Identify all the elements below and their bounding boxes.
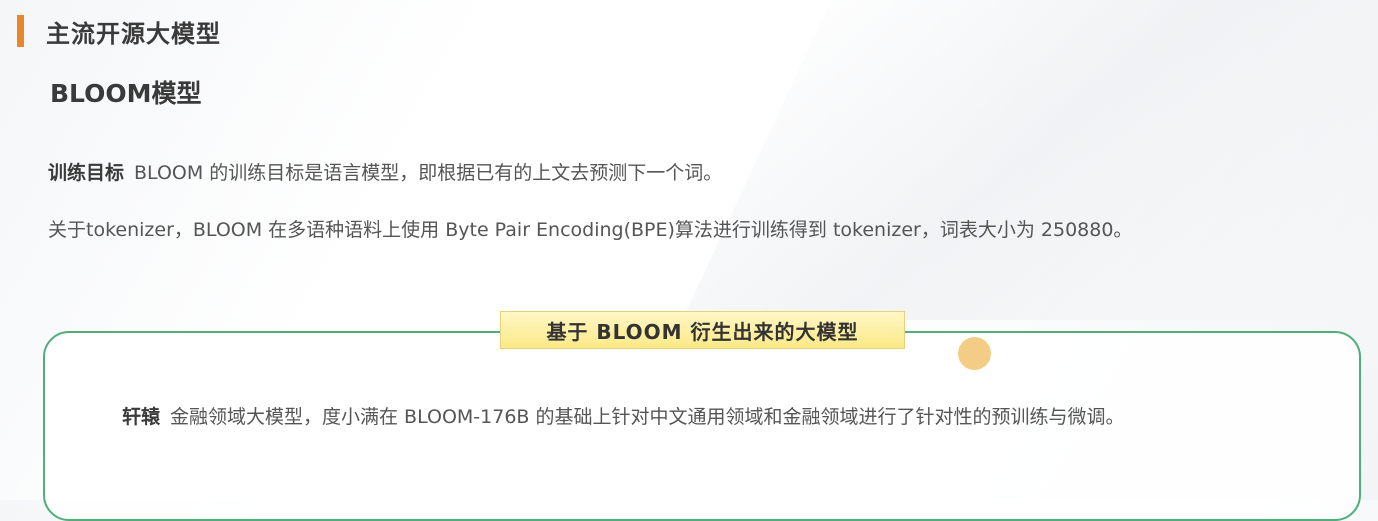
decorative-dot: [958, 337, 991, 370]
section-header: 主流开源大模型: [17, 14, 221, 48]
training-label: 训练目标: [48, 162, 125, 184]
training-paragraph: 训练目标 BLOOM 的训练目标是语言模型，即根据已有的上文去预测下一个词。: [48, 158, 722, 185]
section-title: 主流开源大模型: [46, 19, 221, 48]
derived-model-name: 轩辕: [122, 406, 161, 428]
derived-model-description: 金融领域大模型，度小满在 BLOOM-176B 的基础上针对中文通用领域和金融领…: [170, 406, 1125, 428]
training-text: BLOOM 的训练目标是语言模型，即根据已有的上文去预测下一个词。: [134, 162, 723, 184]
section-accent-bar: [17, 15, 24, 47]
model-title: BLOOM模型: [50, 79, 202, 108]
derived-models-label: 基于 BLOOM 衍生出来的大模型: [500, 311, 905, 349]
tokenizer-paragraph: 关于tokenizer，BLOOM 在多语种语料上使用 Byte Pair En…: [48, 219, 1133, 241]
derived-model-item: 轩辕 金融领域大模型，度小满在 BLOOM-176B 的基础上针对中文通用领域和金…: [122, 403, 1282, 431]
background-decoration: [682, 0, 1378, 320]
